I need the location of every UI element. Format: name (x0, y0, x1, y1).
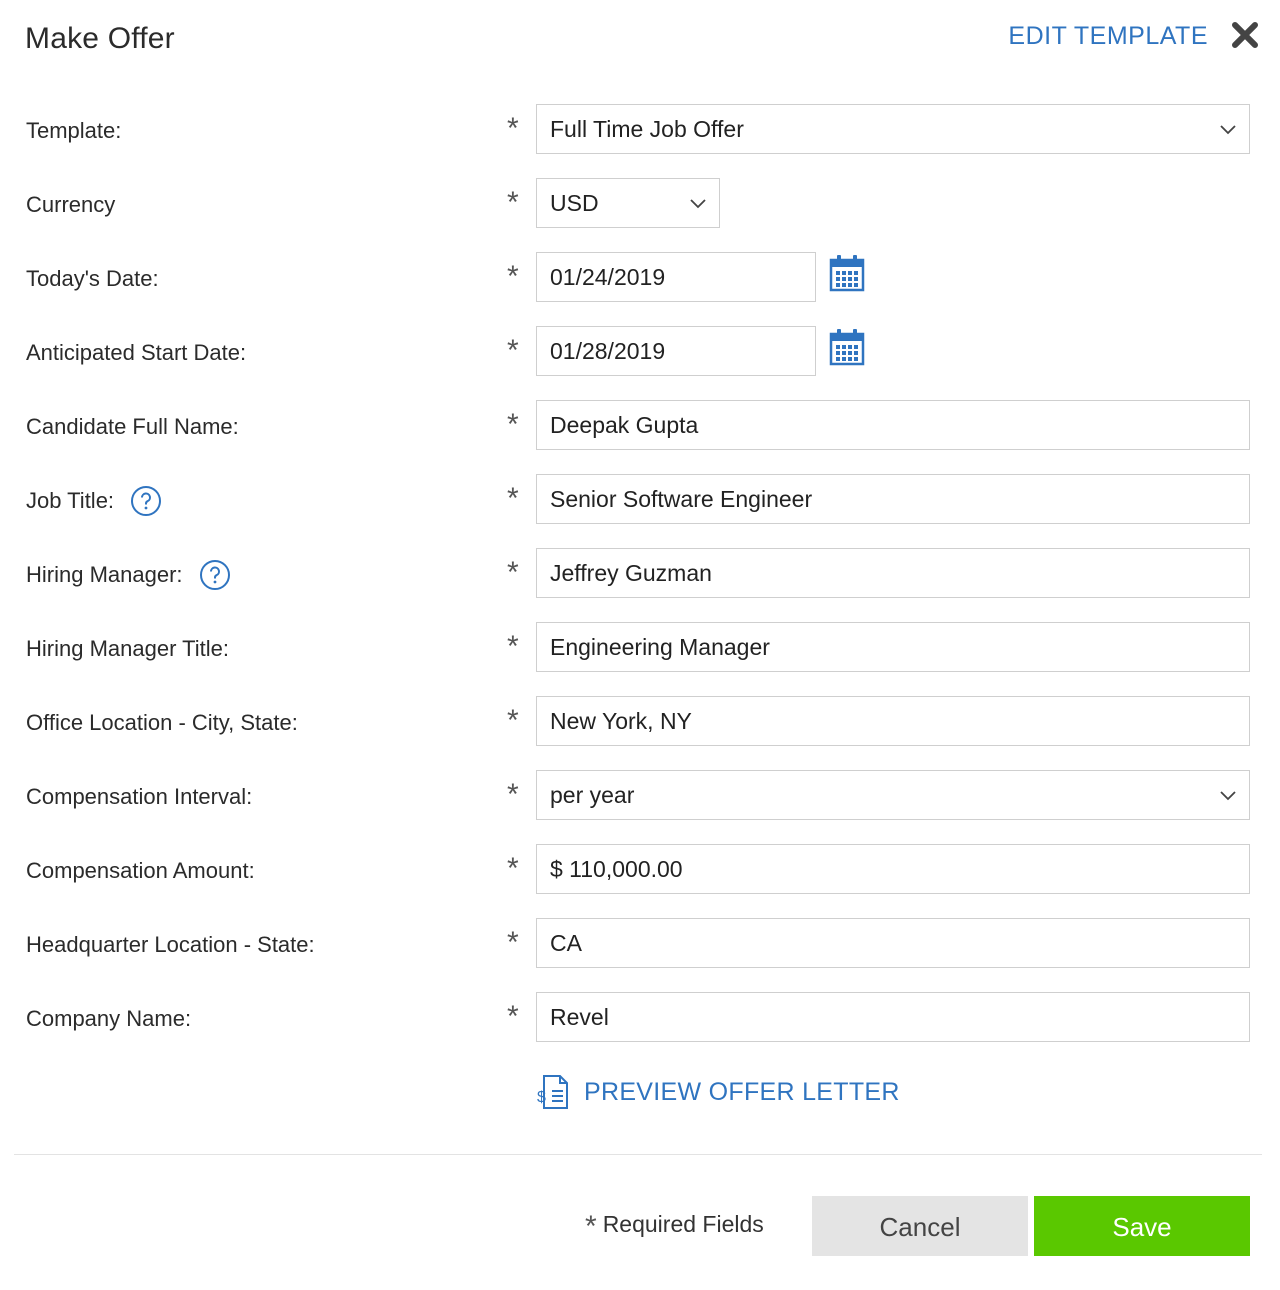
comp-amount-row: Compensation Amount: * $ 110,000.00 (0, 844, 1280, 898)
office-location-input[interactable]: New York, NY (536, 696, 1250, 746)
comp-interval-row: Compensation Interval: * per year (0, 770, 1280, 824)
hq-location-label: Headquarter Location - State: (26, 932, 315, 957)
required-fields-note: * Required Fields (585, 1210, 764, 1244)
edit-template-link[interactable]: EDIT TEMPLATE (1008, 22, 1208, 51)
hiring-manager-label: Hiring Manager: (26, 562, 183, 587)
required-marker: * (507, 260, 519, 293)
comp-interval-value: per year (550, 782, 635, 808)
job-title-label: Job Title: (26, 488, 115, 513)
close-button[interactable] (1230, 20, 1260, 50)
help-icon[interactable] (130, 485, 162, 517)
start-date-row: Anticipated Start Date: * 01/28/2019 (0, 326, 1280, 380)
hiring-manager-label-group: Hiring Manager: (26, 548, 231, 602)
comp-amount-label: Compensation Amount: (26, 858, 255, 883)
hiring-manager-input[interactable]: Jeffrey Guzman (536, 548, 1250, 598)
currency-value: USD (550, 190, 599, 216)
currency-row: Currency * USD (0, 178, 1280, 232)
preview-offer-letter-link[interactable]: $ PREVIEW OFFER LETTER (536, 1072, 900, 1112)
comp-amount-input[interactable]: $ 110,000.00 (536, 844, 1250, 894)
comp-interval-select[interactable]: per year (536, 770, 1250, 820)
hq-location-input[interactable]: CA (536, 918, 1250, 968)
chevron-down-icon (1220, 125, 1236, 135)
hiring-manager-title-input[interactable]: Engineering Manager (536, 622, 1250, 672)
todays-date-label: Today's Date: (26, 266, 159, 291)
template-value: Full Time Job Offer (550, 116, 744, 142)
template-row: Template: * Full Time Job Offer (0, 104, 1280, 158)
currency-label: Currency (26, 192, 116, 217)
company-name-label: Company Name: (26, 1006, 192, 1031)
save-button[interactable]: Save (1034, 1196, 1250, 1256)
calendar-icon[interactable] (828, 328, 866, 368)
chevron-down-icon (1220, 791, 1236, 801)
required-marker: * (507, 778, 519, 811)
close-icon (1232, 22, 1258, 48)
office-location-label: Office Location - City, State: (26, 710, 298, 735)
required-marker: * (507, 852, 519, 885)
hiring-manager-row: Hiring Manager: * Jeffrey Guzman (0, 548, 1280, 602)
required-marker: * (507, 408, 519, 441)
hq-location-row: Headquarter Location - State: * CA (0, 918, 1280, 972)
required-marker: * (585, 1210, 597, 1243)
comp-interval-label: Compensation Interval: (26, 784, 253, 809)
required-fields-text: Required Fields (602, 1211, 764, 1237)
required-marker: * (507, 926, 519, 959)
candidate-name-input[interactable]: Deepak Gupta (536, 400, 1250, 450)
start-date-input[interactable]: 01/28/2019 (536, 326, 816, 376)
job-title-label-group: Job Title: (26, 474, 162, 528)
template-label: Template: (26, 118, 122, 143)
candidate-name-label: Candidate Full Name: (26, 414, 239, 439)
todays-date-input[interactable]: 01/24/2019 (536, 252, 816, 302)
footer-divider (14, 1154, 1262, 1155)
page-title: Make Offer (25, 22, 175, 55)
document-icon: $ (537, 1075, 568, 1109)
required-marker: * (507, 704, 519, 737)
calendar-icon[interactable] (828, 254, 866, 294)
required-marker: * (507, 334, 519, 367)
office-location-row: Office Location - City, State: * New Yor… (0, 696, 1280, 750)
svg-text:$: $ (537, 1089, 546, 1106)
required-marker: * (507, 186, 519, 219)
template-select[interactable]: Full Time Job Offer (536, 104, 1250, 154)
required-marker: * (507, 556, 519, 589)
required-marker: * (507, 1000, 519, 1033)
required-marker: * (507, 630, 519, 663)
company-name-row: Company Name: * Revel (0, 992, 1280, 1046)
cancel-button[interactable]: Cancel (812, 1196, 1028, 1256)
help-icon[interactable] (199, 559, 231, 591)
company-name-input[interactable]: Revel (536, 992, 1250, 1042)
job-title-input[interactable]: Senior Software Engineer (536, 474, 1250, 524)
hiring-manager-title-row: Hiring Manager Title: * Engineering Mana… (0, 622, 1280, 676)
candidate-name-row: Candidate Full Name: * Deepak Gupta (0, 400, 1280, 454)
currency-select[interactable]: USD (536, 178, 720, 228)
required-marker: * (507, 482, 519, 515)
start-date-label: Anticipated Start Date: (26, 340, 247, 365)
chevron-down-icon (690, 199, 706, 209)
required-marker: * (507, 112, 519, 145)
todays-date-row: Today's Date: * 01/24/2019 (0, 252, 1280, 306)
job-title-row: Job Title: * Senior Software Engineer (0, 474, 1280, 528)
hiring-manager-title-label: Hiring Manager Title: (26, 636, 229, 661)
preview-offer-letter-label: PREVIEW OFFER LETTER (584, 1077, 900, 1106)
